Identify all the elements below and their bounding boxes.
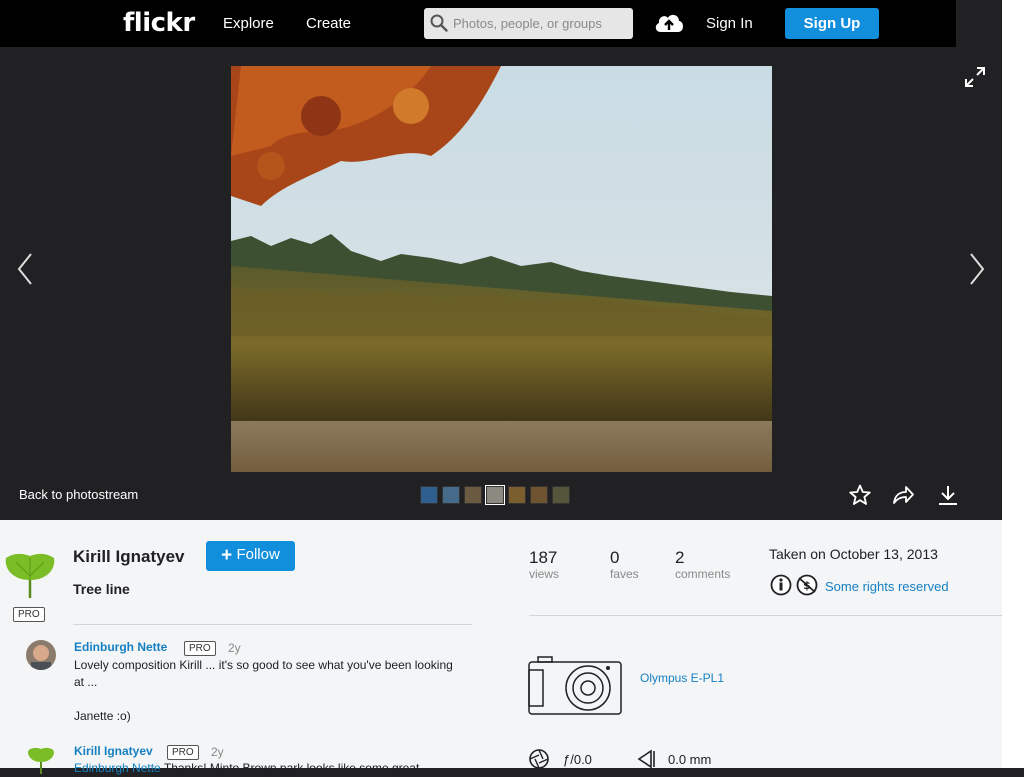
owner-pro-badge: PRO [13,607,45,622]
comment-author[interactable]: Edinburgh Nette [74,640,167,654]
faves-count: 0 [610,548,620,567]
stats-divider [529,615,1002,616]
back-to-photostream-link[interactable]: Back to photostream [19,487,138,502]
upload-cloud-icon[interactable] [653,10,685,34]
follow-button[interactable]: + Follow [206,541,295,571]
license-link[interactable]: Some rights reserved [825,579,949,594]
filmstrip-thumbnail[interactable] [508,486,526,504]
search-box [424,8,633,39]
flickr-logo[interactable]: flickr [123,8,195,38]
filmstrip-thumbnail[interactable] [442,486,460,504]
filmstrip-thumbnail[interactable] [552,486,570,504]
filmstrip-thumbnail[interactable] [464,486,482,504]
focal-length-value: 0.0 mm [668,752,712,767]
nav-create[interactable]: Create [306,15,351,32]
comments-label: comments [675,567,731,581]
comment-time[interactable]: 2y [211,745,224,759]
comment-mention[interactable]: Edinburgh Nette [74,761,161,775]
noncommercial-icon[interactable]: $ [796,574,818,596]
main-photo[interactable] [231,66,772,472]
filmstrip-thumbnail[interactable] [420,486,438,504]
comment-pro-badge: PRO [167,745,199,760]
signup-button[interactable]: Sign Up [785,8,879,39]
filmstrip [420,485,570,505]
fullscreen-icon[interactable] [964,66,986,88]
comment-time[interactable]: 2y [228,641,241,655]
comment-pro-badge: PRO [184,641,216,656]
signin-link[interactable]: Sign In [706,15,753,32]
nav-explore[interactable]: Explore [223,15,274,32]
download-icon[interactable] [937,484,959,506]
aperture-value: ƒ/0.0 [563,752,592,767]
favorite-star-icon[interactable] [848,484,872,506]
share-icon[interactable] [891,484,915,506]
date-taken[interactable]: Taken on October 13, 2013 [769,546,938,562]
top-bar: flickr Explore Create Sign In Sign Up [0,0,956,47]
filmstrip-thumbnail[interactable] [530,486,548,504]
commenter-avatar[interactable] [26,744,56,774]
comments-count: 2 [675,548,685,567]
faves-label: faves [610,567,639,581]
page-edge [1002,0,1024,768]
comment-text: Lovely composition Kirill ... it's so go… [74,658,453,689]
comment-text: Edinburgh Nette Thanks! Minto Brown park… [74,760,464,777]
camera-model-link[interactable]: Olympus E-PL1 [640,671,724,685]
camera-icon [528,656,622,715]
plus-icon: + [221,545,233,566]
previous-photo-arrow[interactable] [16,252,34,286]
owner-name[interactable]: Kirill Ignatyev [73,547,184,567]
comment-author[interactable]: Kirill Ignatyev [74,744,153,758]
comment-signoff: Janette :o) [74,709,131,723]
comment-body: Thanks! Minto Brown park looks like some… [163,761,420,775]
title-divider [73,624,472,625]
search-icon [430,14,448,32]
focal-length-icon [637,749,655,769]
commenter-avatar[interactable] [26,640,56,670]
views-label: views [529,567,560,581]
filmstrip-thumbnail-current[interactable] [485,485,505,505]
photo-title: Tree line [73,581,130,597]
owner-avatar[interactable] [2,546,58,602]
next-photo-arrow[interactable] [968,252,986,286]
follow-label: Follow [236,546,280,563]
views-count: 187 [529,548,558,567]
search-input[interactable] [453,8,628,39]
aperture-icon [529,749,549,769]
attribution-icon[interactable] [770,574,792,596]
